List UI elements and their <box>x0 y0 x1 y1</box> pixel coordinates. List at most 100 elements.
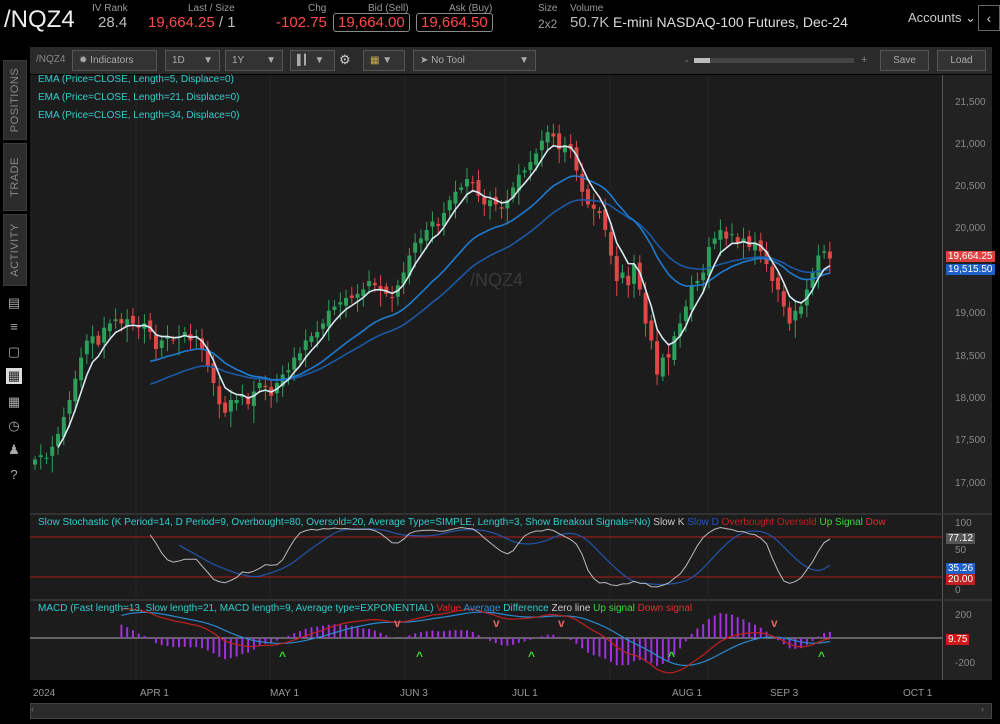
candle-body <box>85 341 89 355</box>
candle-body <box>430 222 434 227</box>
candle-body <box>350 295 354 298</box>
ema21-label[interactable]: EMA (Price=CLOSE, Length=21, Displace=0) <box>38 92 240 103</box>
up-signal-arrow: ^ <box>668 649 675 663</box>
candle-body <box>482 197 486 204</box>
down-signal-arrow: v <box>558 616 565 630</box>
candle-body <box>649 321 653 341</box>
candle-body <box>644 293 648 324</box>
candle-body <box>471 182 475 183</box>
candle-body <box>661 358 665 377</box>
ema5-label[interactable]: EMA (Price=CLOSE, Length=5, Displace=0) <box>38 74 234 85</box>
candle-body <box>695 281 699 283</box>
ema-value-badge: 19,515.50 <box>946 264 995 275</box>
candle-body <box>747 236 751 247</box>
candle-body <box>453 192 457 204</box>
candle-body <box>770 267 774 281</box>
stoch-tick-label: 100 <box>955 518 972 529</box>
candle-body <box>626 276 630 285</box>
candle-body <box>309 336 313 342</box>
candle-body <box>91 336 95 343</box>
candle-body <box>344 298 348 306</box>
candle-body <box>776 278 780 290</box>
candle-body <box>45 458 49 459</box>
candle-body <box>39 455 43 457</box>
ema34-label[interactable]: EMA (Price=CLOSE, Length=34, Displace=0) <box>38 110 240 121</box>
scroll-right-button[interactable]: › <box>981 704 991 718</box>
candle-body <box>724 232 728 239</box>
slow-k-line <box>150 528 830 587</box>
candle-body <box>33 460 37 465</box>
candle-body <box>615 256 619 281</box>
slow-k-badge: 77.12 <box>946 533 975 544</box>
stochastic-legend: Slow Stochastic (K Period=14, D Period=9… <box>38 517 886 528</box>
down-signal-arrow: v <box>394 616 401 630</box>
candle-body <box>684 307 688 321</box>
candle-body <box>373 283 377 285</box>
candle-body <box>304 341 308 350</box>
candle-body <box>718 230 722 240</box>
up-signal-arrow: ^ <box>818 649 825 663</box>
candle-body <box>367 281 371 286</box>
candle-body <box>413 243 417 253</box>
price-tick-label: 19,000 <box>955 308 986 319</box>
stoch-tick-label: 50 <box>955 545 966 556</box>
candle-body <box>356 294 360 298</box>
candle-body <box>488 200 492 206</box>
macd-tick-label: 200 <box>955 610 972 621</box>
down-signal-arrow: v <box>771 616 778 630</box>
candle-body <box>500 207 504 208</box>
candle-body <box>436 224 440 226</box>
candle-body <box>465 179 469 187</box>
legend-value: Value <box>436 603 461 614</box>
candle-body <box>730 234 734 235</box>
date-tick-label: AUG 1 <box>672 688 702 699</box>
candle-body <box>523 171 527 173</box>
candle-body <box>298 353 302 360</box>
legend-zero-line: Zero line <box>551 603 590 614</box>
stochastic-label[interactable]: Slow Stochastic (K Period=14, D Period=9… <box>38 517 651 528</box>
horizontal-scrollbar[interactable]: ‹ › <box>30 703 992 719</box>
price-tick-label: 21,000 <box>955 139 986 150</box>
candle-body <box>338 302 342 304</box>
candle-body <box>390 297 394 298</box>
price-chart: ^^^^^vvvv <box>0 0 1000 724</box>
candle-body <box>690 285 694 310</box>
candle-body <box>609 232 613 255</box>
candle-body <box>546 132 550 142</box>
candle-body <box>419 239 423 244</box>
candle-body <box>528 162 532 170</box>
scroll-left-button[interactable]: ‹ <box>31 704 41 718</box>
candle-body <box>79 358 83 381</box>
candle-body <box>131 316 135 324</box>
macd-legend: MACD (Fast length=13, Slow length=21, MA… <box>38 603 692 614</box>
candle-body <box>799 307 803 314</box>
oversold-badge: 20.00 <box>946 574 975 585</box>
price-tick-label: 21,500 <box>955 97 986 108</box>
candle-body <box>252 392 256 407</box>
date-tick-label: MAY 1 <box>270 688 299 699</box>
legend-up-signal: Up Signal <box>820 517 863 528</box>
legend-overbought: Overbought <box>722 517 774 528</box>
candle-body <box>235 400 239 403</box>
candle-body <box>655 341 659 374</box>
macd-value-line <box>121 609 829 673</box>
legend-down-signal: Dow <box>866 517 886 528</box>
candle-body <box>96 336 100 345</box>
macd-value-badge: 9.75 <box>946 634 969 645</box>
candle-body <box>597 211 601 213</box>
candle-body <box>333 307 337 311</box>
candle-body <box>229 400 233 412</box>
price-tick-label: 20,000 <box>955 223 986 234</box>
candle-body <box>119 319 123 323</box>
legend-average: Average <box>463 603 500 614</box>
legend-difference: Difference <box>503 603 548 614</box>
macd-label[interactable]: MACD (Fast length=13, Slow length=21, MA… <box>38 603 434 614</box>
date-tick-label: OCT 1 <box>903 688 932 699</box>
candle-body <box>828 252 832 259</box>
candle-body <box>448 200 452 210</box>
candle-body <box>667 354 671 357</box>
candle-body <box>114 319 118 321</box>
candle-body <box>782 291 786 306</box>
candle-body <box>534 154 538 165</box>
legend-up-signal: Up signal <box>593 603 635 614</box>
